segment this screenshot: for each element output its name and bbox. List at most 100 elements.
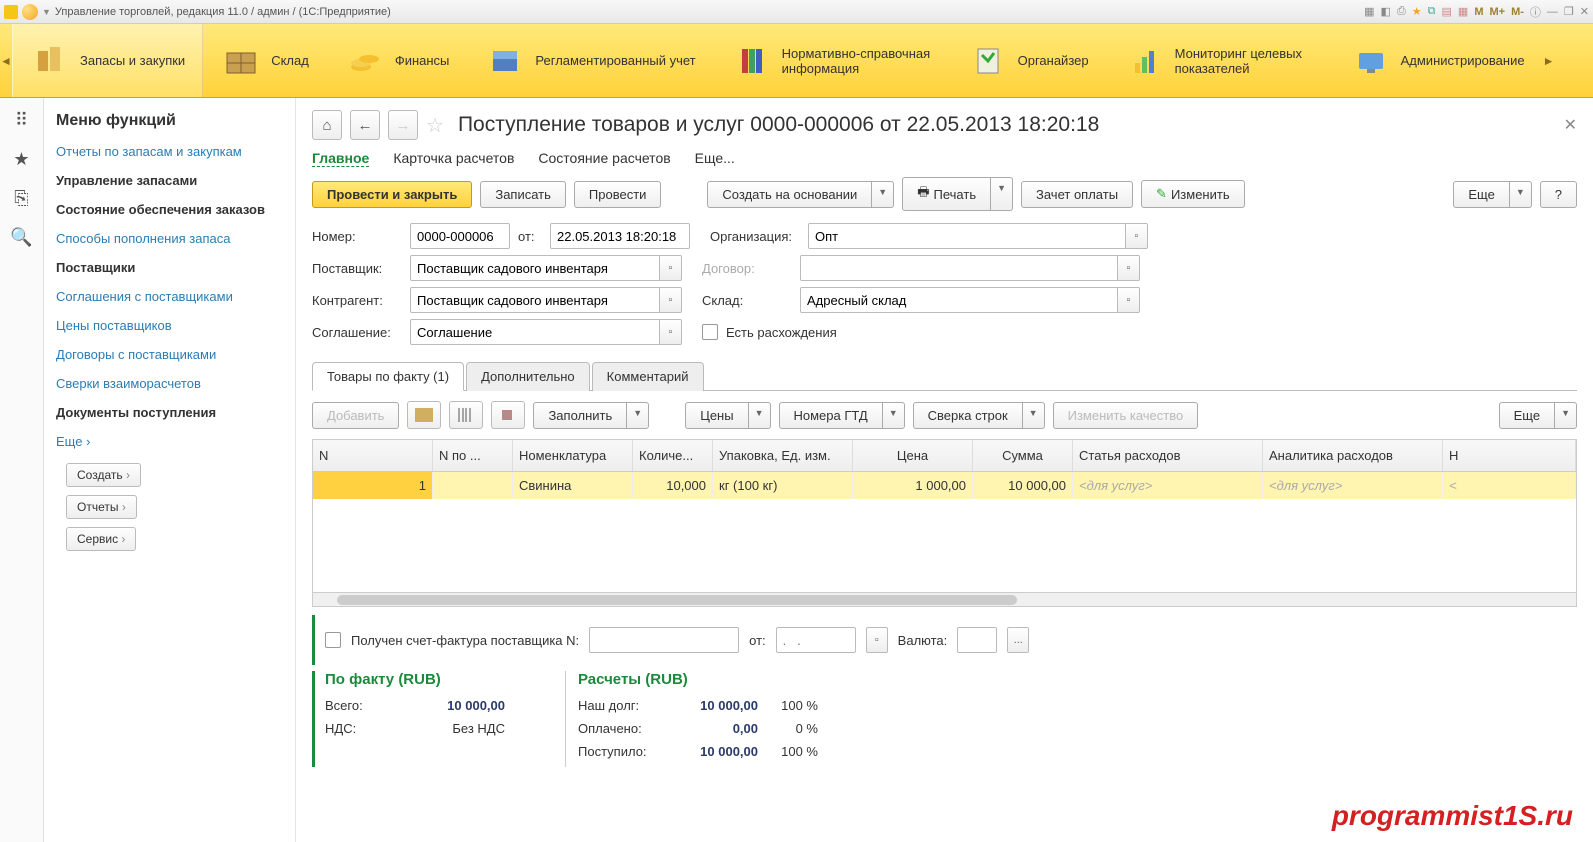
write-button[interactable]: Записать (480, 181, 566, 208)
tab-more[interactable]: Еще... (695, 150, 735, 167)
date-input[interactable] (550, 223, 690, 249)
ribbon-item-admin[interactable]: Администрирование (1333, 24, 1543, 97)
table-row[interactable]: 1 Свинина 10,000 кг (100 кг) 1 000,00 10… (313, 472, 1576, 499)
back-button[interactable]: ← (350, 110, 380, 140)
tab-main[interactable]: Главное (312, 150, 369, 167)
reports-button[interactable]: Отчеты (66, 495, 137, 519)
counter-input[interactable] (410, 287, 660, 313)
sidebar-item-more[interactable]: Еще › (56, 434, 283, 449)
col-qty[interactable]: Количе... (633, 440, 713, 471)
sidebar-item-reports[interactable]: Отчеты по запасам и закупкам (56, 144, 283, 159)
create-based-button[interactable]: Создать на основании▼ (707, 181, 894, 208)
m-minus-button[interactable]: M- (1511, 6, 1524, 18)
ribbon-item-accounting[interactable]: Регламентированный учет (467, 24, 713, 97)
col-n[interactable]: N (313, 440, 433, 471)
sidebar-item-stock-mgmt[interactable]: Управление запасами (56, 173, 283, 188)
search-icon[interactable]: 🔍 (10, 227, 32, 248)
supplier-pick-button[interactable]: ▫ (660, 255, 682, 281)
add-row-button[interactable]: Добавить (312, 402, 399, 429)
offset-button[interactable]: Зачет оплаты (1021, 181, 1133, 208)
supplier-input[interactable] (410, 255, 660, 281)
discrepancy-checkbox[interactable] (702, 324, 718, 340)
agreement-input[interactable] (410, 319, 660, 345)
invoice-checkbox[interactable] (325, 632, 341, 648)
sidebar-item-suppliers[interactable]: Поставщики (56, 260, 283, 275)
tb-icon-1[interactable]: ▦ (1364, 5, 1374, 18)
currency-pick[interactable]: ... (1007, 627, 1029, 653)
link-icon[interactable]: ⧉ (1428, 5, 1436, 18)
ribbon-item-monitoring[interactable]: Мониторинг целевых показателей (1107, 24, 1333, 97)
help-button[interactable]: ? (1540, 181, 1577, 208)
m-plus-button[interactable]: M+ (1489, 6, 1505, 18)
org-pick-button[interactable]: ▫ (1126, 223, 1148, 249)
fill-button[interactable]: Заполнить▼ (533, 402, 649, 429)
info-icon[interactable]: ⓘ (1530, 4, 1541, 20)
prices-button[interactable]: Цены▼ (685, 402, 770, 429)
sidebar-item-order-status[interactable]: Состояние обеспечения заказов (56, 202, 283, 217)
maximize-button[interactable]: ❐ (1564, 5, 1574, 18)
h-scrollbar[interactable] (313, 592, 1576, 606)
invoice-number-input[interactable] (589, 627, 739, 653)
sidebar-item-replenish[interactable]: Способы пополнения запаса (56, 231, 283, 246)
close-doc-button[interactable]: ✕ (1564, 115, 1577, 135)
counter-pick-button[interactable]: ▫ (660, 287, 682, 313)
doc-tab-comment[interactable]: Комментарий (592, 362, 704, 391)
minimize-button[interactable]: — (1547, 6, 1558, 18)
favorites-icon[interactable]: ★ (13, 149, 29, 170)
col-unit[interactable]: Упаковка, Ед. изм. (713, 440, 853, 471)
tab-calc-card[interactable]: Карточка расчетов (393, 150, 514, 167)
col-price[interactable]: Цена (853, 440, 973, 471)
warehouse-input[interactable] (800, 287, 1118, 313)
forward-button[interactable]: → (388, 110, 418, 140)
close-button[interactable]: ✕ (1580, 5, 1589, 18)
grid-icon[interactable]: ⠿ (15, 110, 28, 131)
invoice-date-input[interactable] (776, 627, 856, 653)
reconcile-button[interactable]: Сверка строк▼ (913, 402, 1045, 429)
sidebar-item-receipt-docs[interactable]: Документы поступления (56, 405, 283, 420)
home-button[interactable]: ⌂ (312, 110, 342, 140)
ribbon-scroll-right[interactable]: ► (1543, 54, 1555, 68)
tb-icon-2[interactable]: ◧ (1381, 5, 1391, 18)
favorite-star-icon[interactable]: ☆ (426, 113, 444, 138)
col-npo[interactable]: N по ... (433, 440, 513, 471)
col-expense[interactable]: Статья расходов (1073, 440, 1263, 471)
sidebar-item-agreements[interactable]: Соглашения с поставщиками (56, 289, 283, 304)
post-close-button[interactable]: Провести и закрыть (312, 181, 472, 208)
ribbon-item-warehouse[interactable]: Склад (203, 24, 327, 97)
tb-icon-3[interactable]: ⎙ (1397, 5, 1406, 18)
copy-icon[interactable] (491, 401, 525, 429)
contract-input[interactable] (800, 255, 1118, 281)
sidebar-item-reconciliation[interactable]: Сверки взаиморасчетов (56, 376, 283, 391)
ribbon-scroll-left[interactable]: ◄ (0, 54, 12, 68)
scan-icon[interactable] (449, 401, 483, 429)
col-sum[interactable]: Сумма (973, 440, 1073, 471)
ribbon-item-finance[interactable]: Финансы (327, 24, 468, 97)
dropdown-icon[interactable]: ▼ (42, 7, 51, 17)
contract-pick-button[interactable]: ▫ (1118, 255, 1140, 281)
print-button[interactable]: 🖶Печать▼ (902, 177, 1013, 211)
sidebar-item-prices[interactable]: Цены поставщиков (56, 318, 283, 333)
ribbon-item-organizer[interactable]: Органайзер (950, 24, 1107, 97)
calc-icon[interactable]: ▤ (1442, 5, 1452, 18)
create-button[interactable]: Создать (66, 463, 141, 487)
col-last[interactable]: Н (1443, 440, 1576, 471)
service-button[interactable]: Сервис (66, 527, 136, 551)
currency-input[interactable] (957, 627, 997, 653)
clipboard-icon[interactable]: ⎘ (14, 188, 28, 209)
more-button[interactable]: Еще▼ (1453, 181, 1531, 208)
gtd-button[interactable]: Номера ГТД▼ (779, 402, 905, 429)
invoice-date-pick[interactable]: ▫ (866, 627, 888, 653)
doc-tab-additional[interactable]: Дополнительно (466, 362, 590, 391)
table-more-button[interactable]: Еще▼ (1499, 402, 1577, 429)
org-input[interactable] (808, 223, 1126, 249)
edit-button[interactable]: ✎Изменить (1141, 180, 1245, 208)
barcode-icon[interactable] (407, 401, 441, 429)
doc-tab-goods[interactable]: Товары по факту (1) (312, 362, 464, 391)
sidebar-item-contracts[interactable]: Договоры с поставщиками (56, 347, 283, 362)
m-button[interactable]: M (1474, 6, 1483, 18)
col-nomenclature[interactable]: Номенклатура (513, 440, 633, 471)
tab-calc-state[interactable]: Состояние расчетов (538, 150, 670, 167)
col-analytics[interactable]: Аналитика расходов (1263, 440, 1443, 471)
post-button[interactable]: Провести (574, 181, 662, 208)
number-input[interactable] (410, 223, 510, 249)
